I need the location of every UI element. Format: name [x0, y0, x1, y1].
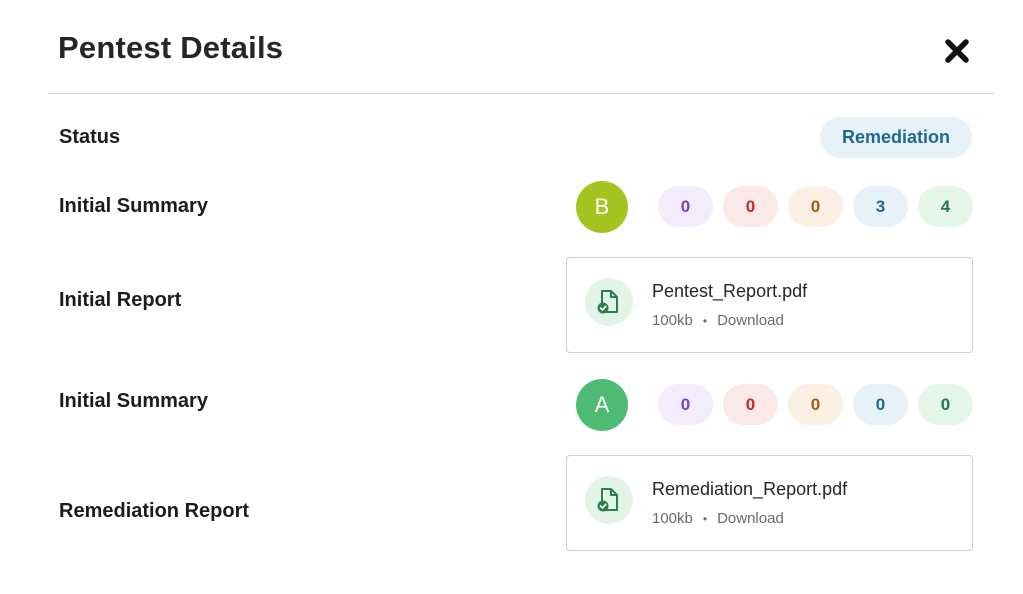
download-link[interactable]: Download — [717, 312, 784, 329]
critical-count-pill: 0 — [658, 186, 713, 227]
low-count-pill: 3 — [853, 186, 908, 227]
high-count-pill: 0 — [723, 384, 778, 425]
separator-dot: • — [702, 313, 708, 328]
info-count-pill: 4 — [918, 186, 973, 227]
file-size: 100kb — [652, 312, 693, 329]
low-count-pill: 0 — [853, 384, 908, 425]
remediation-report-file-card[interactable]: Remediation_Report.pdf 100kb • Download — [566, 455, 973, 551]
file-check-icon — [585, 476, 633, 524]
remediation-report-label: Remediation Report — [59, 500, 250, 522]
close-icon — [945, 39, 969, 63]
status-badge: Remediation — [820, 117, 972, 158]
second-summary-label: Initial Summary — [59, 390, 208, 412]
high-count-pill: 0 — [723, 186, 778, 227]
file-meta: 100kb • Download — [652, 312, 784, 329]
info-count-pill: 0 — [918, 384, 973, 425]
medium-count-pill: 0 — [788, 186, 843, 227]
download-link[interactable]: Download — [717, 510, 784, 527]
medium-count-pill: 0 — [788, 384, 843, 425]
file-name: Remediation_Report.pdf — [652, 479, 848, 499]
initial-report-label: Initial Report — [59, 289, 182, 311]
file-meta: 100kb • Download — [652, 510, 784, 527]
file-check-icon — [585, 278, 633, 326]
grade-badge: A — [576, 379, 628, 431]
initial-summary-label: Initial Summary — [59, 195, 208, 217]
close-button[interactable] — [940, 34, 974, 68]
critical-count-pill: 0 — [658, 384, 713, 425]
header-divider — [48, 93, 994, 94]
page-title: Pentest Details — [58, 30, 284, 65]
file-name: Pentest_Report.pdf — [652, 281, 808, 301]
status-label: Status — [59, 126, 121, 148]
file-size: 100kb — [652, 510, 693, 527]
separator-dot: • — [702, 511, 708, 526]
grade-badge: B — [576, 181, 628, 233]
initial-report-file-card[interactable]: Pentest_Report.pdf 100kb • Download — [566, 257, 973, 353]
modal-header: Pentest Details — [0, 0, 1023, 94]
